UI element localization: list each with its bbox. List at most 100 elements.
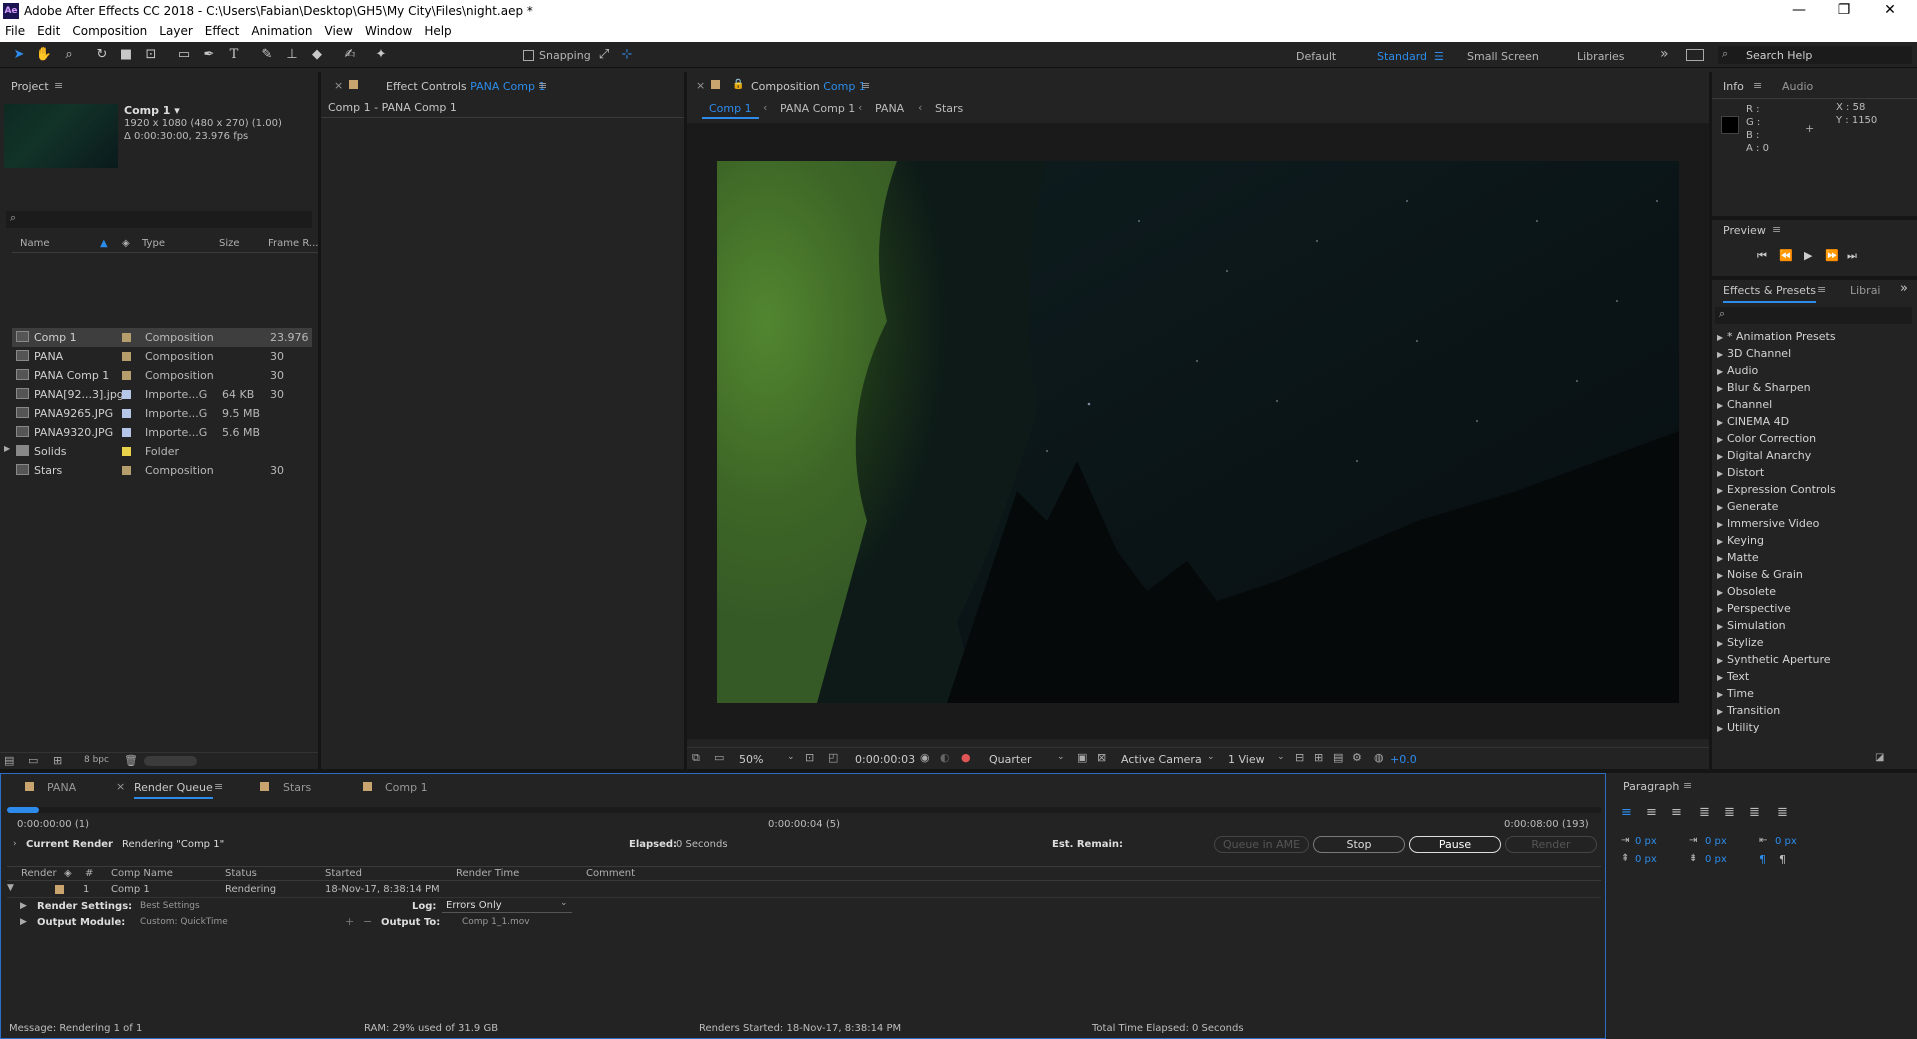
new-comp-icon[interactable]: ⊞ — [53, 754, 62, 767]
current-time[interactable]: 0:00:00:03 — [855, 753, 915, 766]
project-menu-icon[interactable]: ≡ — [54, 79, 63, 92]
camera-tool-icon[interactable]: ■ — [117, 46, 135, 64]
menu-edit[interactable]: Edit — [32, 22, 67, 38]
tab-audio[interactable]: Audio — [1782, 80, 1813, 93]
project-item-row[interactable]: PANA[92...3].jpg Importe...G 64 KB 30 — [12, 385, 312, 404]
project-search-input[interactable]: ⌕ — [6, 211, 312, 228]
column-comment[interactable]: Comment — [586, 868, 635, 879]
resolution-dropdown[interactable]: Quarter — [989, 753, 1032, 766]
snap-features-icon[interactable]: ⊹ — [618, 46, 636, 64]
project-item-row[interactable]: PANA Comp 1 Composition 30 — [12, 366, 312, 385]
puppet-tool-icon[interactable]: ✦ — [372, 46, 390, 64]
output-to-value[interactable]: Comp 1_1.mov — [462, 917, 530, 927]
render-queue-row[interactable]: ▼ 1 Comp 1 Rendering 18-Nov-17, 8:38:14 … — [7, 882, 1601, 898]
search-help-field[interactable]: ⌕ Search Help — [1718, 46, 1912, 64]
add-output-icon[interactable]: + — [345, 915, 354, 928]
effects-category[interactable]: ▶ Time — [1717, 687, 1754, 700]
label-swatch[interactable] — [122, 371, 131, 380]
effects-category[interactable]: ▶ Synthetic Aperture — [1717, 653, 1831, 666]
effects-category[interactable]: ▶ Audio — [1717, 364, 1758, 377]
minimize-button[interactable]: — — [1777, 0, 1821, 22]
workspace-libraries[interactable]: Libraries — [1577, 50, 1625, 63]
roto-brush-tool-icon[interactable]: ✍ — [341, 46, 359, 64]
label-swatch[interactable] — [122, 409, 131, 418]
next-frame-icon[interactable]: ⏩ — [1825, 249, 1839, 262]
tab-composition[interactable]: Composition — [751, 80, 820, 93]
stop-button[interactable]: Stop — [1313, 836, 1405, 853]
hand-tool-icon[interactable]: ✋ — [35, 46, 53, 64]
effect-controls-menu-icon[interactable]: ≡ — [538, 79, 547, 92]
close-tab-icon[interactable]: × — [334, 79, 343, 92]
column-size[interactable]: Size — [219, 238, 240, 249]
effects-category[interactable]: ▶ Text — [1717, 670, 1749, 683]
info-menu-icon[interactable]: ≡ — [1753, 79, 1762, 92]
menu-file[interactable]: File — [0, 22, 32, 38]
viewer-area[interactable] — [687, 123, 1709, 739]
align-left-icon[interactable]: ≡ — [1621, 805, 1632, 820]
label-swatch[interactable] — [122, 390, 131, 399]
toggle-pixel-aspect-icon[interactable]: ⊟ — [1295, 751, 1304, 764]
log-dropdown[interactable]: Errors Only ⌄ — [442, 898, 572, 913]
menu-window[interactable]: Window — [360, 22, 419, 38]
column-started[interactable]: Started — [325, 868, 362, 879]
tab-effect-controls[interactable]: Effect Controls — [386, 80, 467, 93]
breadcrumb-pana-comp1[interactable]: PANA Comp 1 — [780, 102, 855, 115]
label-swatch[interactable] — [122, 428, 131, 437]
close-tab-icon[interactable]: × — [696, 79, 705, 92]
close-tab-icon[interactable]: × — [116, 780, 125, 793]
interpret-footage-icon[interactable]: ▤ — [4, 754, 14, 767]
indent-right-value[interactable]: 0 px — [1775, 836, 1797, 847]
effects-category[interactable]: ▶ Immersive Video — [1717, 517, 1819, 530]
clone-stamp-tool-icon[interactable]: ⊥ — [283, 46, 301, 64]
effects-category[interactable]: ▶ Color Correction — [1717, 432, 1816, 445]
column-render[interactable]: Render — [21, 868, 57, 879]
justify-last-right-icon[interactable]: ≣ — [1749, 805, 1760, 820]
safe-zones-icon[interactable]: ◰ — [828, 751, 838, 764]
column-number[interactable]: # — [85, 868, 93, 879]
pen-tool-icon[interactable]: ✒ — [200, 46, 218, 64]
workspace-standard[interactable]: Standard — [1377, 50, 1427, 63]
effects-category[interactable]: ▶ Distort — [1717, 466, 1764, 479]
column-type[interactable]: Type — [142, 238, 165, 249]
preview-menu-icon[interactable]: ≡ — [1772, 223, 1781, 236]
tab-paragraph[interactable]: Paragraph — [1623, 780, 1679, 793]
ltr-direction-icon[interactable]: ¶ — [1759, 853, 1766, 866]
rtl-direction-icon[interactable]: ¶ — [1779, 853, 1786, 866]
expand-triangle-icon[interactable]: ▼ — [7, 883, 14, 893]
timeline-icon[interactable]: ▤ — [1333, 751, 1343, 764]
menu-view[interactable]: View — [320, 22, 360, 38]
effects-category[interactable]: ▶ Expression Controls — [1717, 483, 1836, 496]
column-render-time[interactable]: Render Time — [456, 868, 519, 879]
tab-effects-presets[interactable]: Effects & Presets — [1723, 284, 1816, 303]
justify-last-center-icon[interactable]: ≣ — [1724, 805, 1735, 820]
last-frame-icon[interactable]: ⏭ — [1847, 249, 1857, 263]
label-swatch[interactable] — [122, 333, 131, 342]
zoom-dropdown[interactable]: 50% — [739, 753, 763, 766]
render-settings-value[interactable]: Best Settings — [140, 901, 200, 911]
menu-help[interactable]: Help — [419, 22, 458, 38]
breadcrumb-comp1[interactable]: Comp 1 — [702, 102, 759, 119]
effects-category[interactable]: ▶ Stylize — [1717, 636, 1763, 649]
region-of-interest-icon[interactable]: ▣ — [1077, 751, 1087, 764]
label-swatch[interactable] — [122, 466, 131, 475]
rotate-tool-icon[interactable]: ↻ — [93, 46, 111, 64]
column-status[interactable]: Status — [225, 868, 257, 879]
previous-frame-icon[interactable]: ⏪ — [1779, 249, 1793, 262]
workspace-layout-icon[interactable] — [1686, 49, 1704, 61]
justify-all-icon[interactable]: ≣ — [1777, 805, 1788, 820]
type-tool-icon[interactable]: T — [225, 46, 243, 64]
exposure-value[interactable]: +0.0 — [1390, 753, 1417, 766]
effect-controls-target[interactable]: PANA Comp 1 — [470, 80, 545, 93]
menu-animation[interactable]: Animation — [246, 22, 319, 38]
workspace-default[interactable]: Default — [1296, 50, 1336, 63]
pause-button[interactable]: Pause — [1409, 836, 1501, 853]
tab-project[interactable]: Project — [11, 80, 49, 93]
effects-category[interactable]: ▶ Channel — [1717, 398, 1772, 411]
delete-icon[interactable]: 🗑 — [124, 754, 138, 767]
thumbnail-slider[interactable] — [144, 756, 197, 766]
effects-category[interactable]: ▶ Perspective — [1717, 602, 1791, 615]
project-item-row[interactable]: PANA Composition 30 — [12, 347, 312, 366]
sort-ascending-icon[interactable]: ▲ — [100, 238, 108, 249]
workspace-small-screen[interactable]: Small Screen — [1467, 50, 1539, 63]
snapping-checkbox[interactable] — [523, 50, 534, 61]
